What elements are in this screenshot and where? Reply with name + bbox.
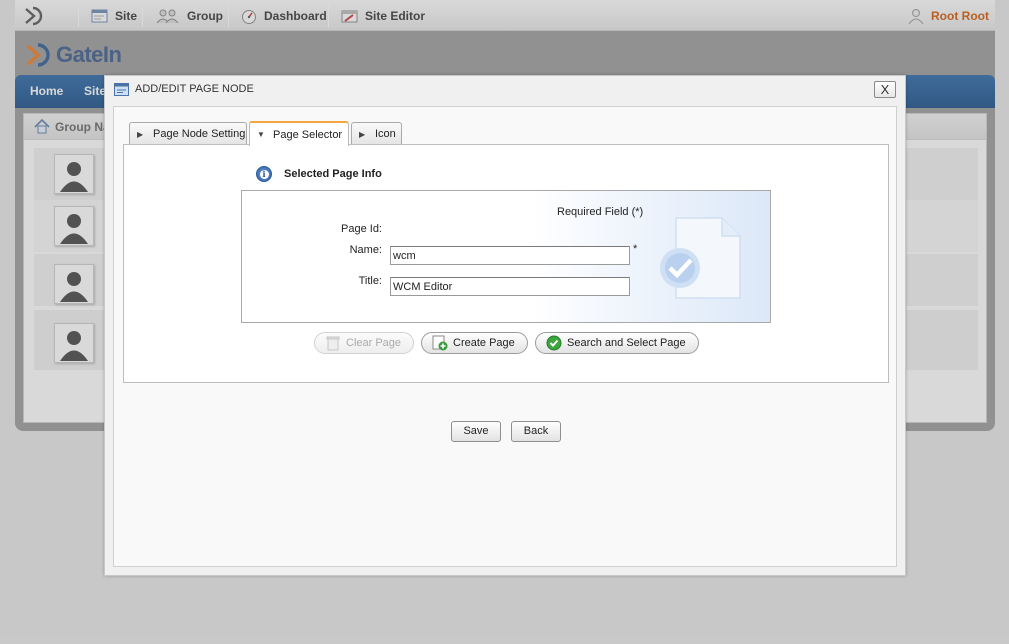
selected-page-form: Required Field (*) Page Id: Name: * Titl… <box>241 190 771 323</box>
search-select-page-label: Search and Select Page <box>567 337 686 349</box>
tab-label: Page Node Setting <box>153 128 246 140</box>
title-field[interactable] <box>390 277 630 296</box>
close-icon: X <box>880 82 890 97</box>
trash-icon <box>325 335 341 351</box>
clear-page-label: Clear Page <box>346 337 402 349</box>
info-icon: i <box>256 166 272 182</box>
save-label: Save <box>463 425 489 437</box>
page-check-icon <box>660 217 741 299</box>
tab-arrow-down-icon: ▼ <box>257 130 265 139</box>
dialog-header[interactable]: ADD/EDIT PAGE NODE X <box>105 76 905 102</box>
tab-page-node-setting[interactable]: ▶ Page Node Setting <box>129 122 247 145</box>
name-field[interactable] <box>390 246 630 265</box>
required-star: * <box>633 243 638 255</box>
page-selector-panel: i Selected Page Info Required Field (*) … <box>123 144 889 383</box>
dialog-body: ▶ Page Node Setting ▼ Page Selector ▶ Ic… <box>113 106 897 567</box>
required-note: Required Field (*) <box>557 206 644 218</box>
save-button[interactable]: Save <box>451 421 501 442</box>
close-button[interactable]: X <box>874 81 896 98</box>
back-button[interactable]: Back <box>511 421 561 442</box>
dialog-title: ADD/EDIT PAGE NODE <box>135 83 254 95</box>
add-edit-page-node-dialog: ADD/EDIT PAGE NODE X ▶ Page Node Setting… <box>104 75 906 576</box>
create-page-label: Create Page <box>453 337 515 349</box>
page-id-label: Page Id: <box>341 223 382 235</box>
search-select-page-button[interactable]: Search and Select Page <box>535 332 699 354</box>
tab-icon[interactable]: ▶ Icon <box>351 122 402 145</box>
title-label: Title: <box>358 275 382 287</box>
tab-arrow-right-icon: ▶ <box>359 129 366 139</box>
tab-label: Icon <box>375 128 396 140</box>
name-label: Name: <box>349 244 382 256</box>
tab-label: Page Selector <box>273 128 343 141</box>
back-label: Back <box>523 425 549 437</box>
check-circle-icon <box>546 335 562 351</box>
clear-page-button[interactable]: Clear Page <box>314 332 415 354</box>
section-title: i Selected Page Info <box>256 166 382 182</box>
add-page-icon <box>432 335 448 351</box>
section-title-label: Selected Page Info <box>284 168 382 180</box>
tab-arrow-right-icon: ▶ <box>137 129 144 139</box>
create-page-button[interactable]: Create Page <box>421 332 528 354</box>
window-icon <box>114 82 129 96</box>
tab-page-selector[interactable]: ▼ Page Selector <box>249 121 349 146</box>
